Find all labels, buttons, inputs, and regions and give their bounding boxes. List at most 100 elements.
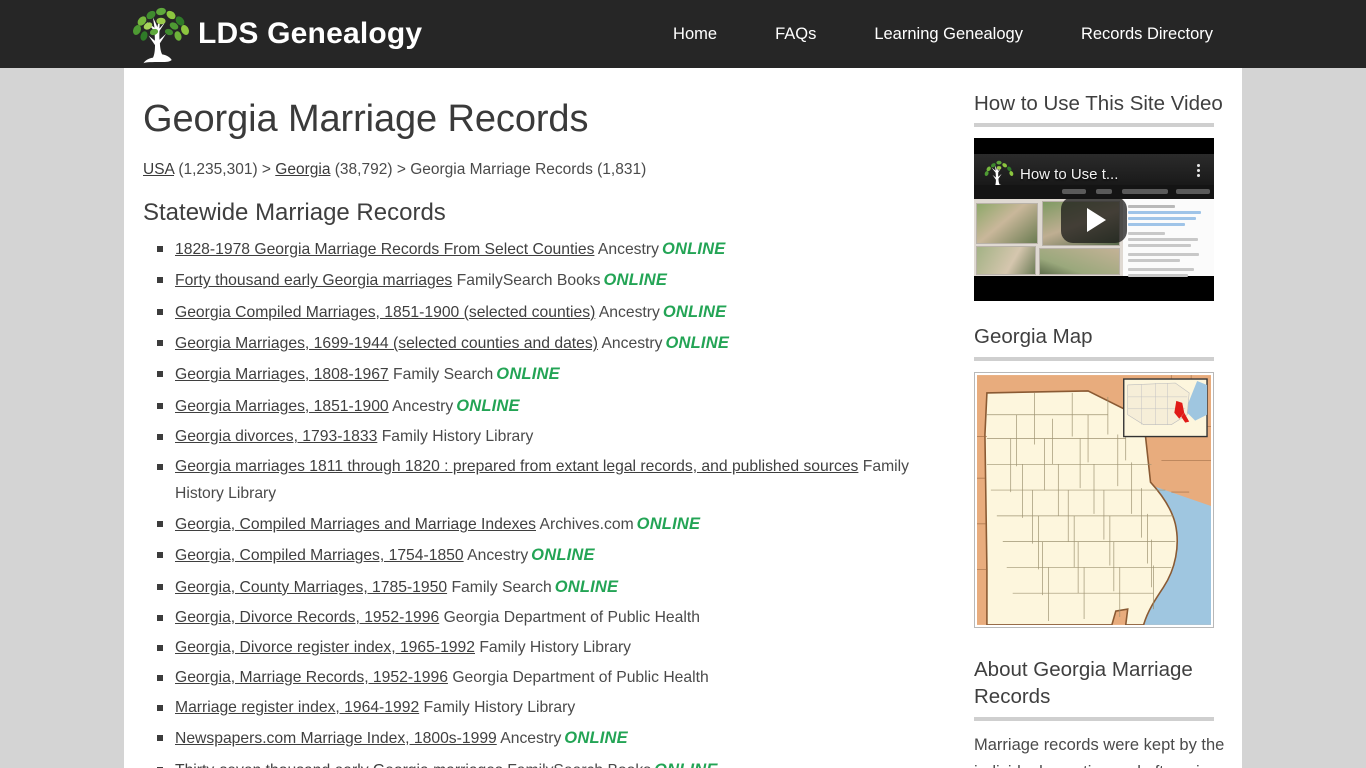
record-list-item: Georgia, Marriage Records, 1952-1996 Geo… <box>143 664 950 691</box>
video-title: How to Use t... <box>1020 165 1119 183</box>
record-link[interactable]: Georgia Marriages, 1808-1967 <box>175 366 389 383</box>
record-list-item: Georgia, Divorce register index, 1965-19… <box>143 634 950 661</box>
online-badge: ONLINE <box>531 546 595 565</box>
record-list-item: Georgia Compiled Marriages, 1851-1900 (s… <box>143 298 950 326</box>
sidebar: How to Use This Site Video How to Use t.… <box>950 68 1242 768</box>
record-link[interactable]: Georgia, Marriage Records, 1952-1996 <box>175 669 448 686</box>
play-icon <box>1086 207 1106 232</box>
divider <box>974 356 1214 361</box>
online-badge: ONLINE <box>662 302 727 321</box>
nav-item-faqs[interactable]: FAQs <box>746 25 845 44</box>
collage-photo <box>976 245 1036 275</box>
record-link[interactable]: Forty thousand early Georgia marriages <box>175 272 452 289</box>
online-badge: ONLINE <box>603 271 668 290</box>
sidebar-about-block: About Georgia Marriage Records Marriage … <box>974 656 1242 768</box>
record-list-item: Georgia, Divorce Records, 1952-1996 Geor… <box>143 604 950 631</box>
video-webpage-preview <box>1122 199 1214 278</box>
record-link[interactable]: Marriage register index, 1964-1992 <box>175 699 419 716</box>
record-list-item: Georgia Marriages, 1851-1900 Ancestry ONL… <box>143 392 950 420</box>
record-source: Georgia Department of Public Health <box>452 669 709 687</box>
statewide-section-heading: Statewide Marriage Records <box>143 198 446 226</box>
site-header: LDS Genealogy Home FAQs Learning Genealo… <box>0 0 1366 68</box>
collage-photo <box>976 203 1039 244</box>
record-link[interactable]: Georgia Marriages, 1699-1944 (selected c… <box>175 335 598 352</box>
record-list-item: 1828-1978 Georgia Marriage Records From … <box>143 235 950 263</box>
record-source: Ancestry <box>598 303 660 321</box>
record-link[interactable]: Newspapers.com Marriage Index, 1800s-199… <box>175 730 497 747</box>
breadcrumb-count-current: (1,831) <box>597 160 647 178</box>
record-list-item: Georgia Marriages, 1808-1967 Family Sear… <box>143 360 950 388</box>
online-badge: ONLINE <box>665 333 730 352</box>
record-link[interactable]: Georgia divorces, 1793-1833 <box>175 428 377 445</box>
record-list-item: Georgia divorces, 1793-1833 Family Histo… <box>143 423 950 450</box>
sidebar-map-heading: Georgia Map <box>974 325 1093 349</box>
record-source: Family History Library <box>479 639 632 657</box>
sidebar-video-block: How to Use This Site Video How to Use t.… <box>974 90 1242 302</box>
record-list-item: Georgia, Compiled Marriages, 1754-1850 A… <box>143 541 950 569</box>
record-link[interactable]: Thirty-seven thousand early Georgia marr… <box>175 762 503 768</box>
breadcrumb-separator: > <box>396 160 406 178</box>
record-source: Ancestry <box>601 334 663 352</box>
record-list-item: Thirty-seven thousand early Georgia marr… <box>143 756 950 768</box>
online-badge: ONLINE <box>456 396 520 415</box>
record-source: Family Search <box>393 366 494 384</box>
brand-name: LDS Genealogy <box>198 17 423 50</box>
record-link[interactable]: Georgia Marriages, 1851-1900 <box>175 398 389 415</box>
how-to-use-video-player[interactable]: How to Use t... <box>974 138 1214 302</box>
record-link[interactable]: Georgia, Divorce Records, 1952-1996 <box>175 609 439 626</box>
divider <box>974 123 1214 128</box>
breadcrumb-link-usa[interactable]: USA <box>143 161 174 178</box>
record-source: Georgia Department of Public Health <box>443 609 700 627</box>
breadcrumb-current: Georgia Marriage Records <box>410 160 593 178</box>
record-source: Family History Library <box>423 699 576 717</box>
georgia-map-image[interactable] <box>974 371 1214 628</box>
nav-item-records-directory[interactable]: Records Directory <box>1052 25 1242 44</box>
record-link[interactable]: Georgia, Divorce register index, 1965-19… <box>175 639 475 656</box>
record-link[interactable]: Georgia, Compiled Marriages, 1754-1850 <box>175 547 464 564</box>
record-list-item: Georgia, County Marriages, 1785-1950 Fam… <box>143 573 950 601</box>
page-title: Georgia Marriage Records <box>143 98 589 140</box>
online-badge: ONLINE <box>564 729 628 748</box>
record-source: Ancestry <box>467 547 529 565</box>
record-link[interactable]: Georgia Compiled Marriages, 1851-1900 (s… <box>175 304 595 321</box>
record-list-item: Georgia marriages 1811 through 1820 : pr… <box>143 453 950 507</box>
breadcrumb: USA (1,235,301) > Georgia (38,792) > Geo… <box>143 160 950 180</box>
record-source: Ancestry <box>500 730 562 748</box>
record-source: Ancestry <box>392 397 454 415</box>
brand-home-link[interactable]: LDS Genealogy <box>128 4 422 64</box>
video-play-button[interactable] <box>1061 196 1127 243</box>
record-link[interactable]: 1828-1978 Georgia Marriage Records From … <box>175 241 594 258</box>
statewide-records-list: 1828-1978 Georgia Marriage Records From … <box>143 235 950 768</box>
divider <box>974 716 1214 721</box>
record-source: Family History Library <box>381 428 534 446</box>
main-content: Georgia Marriage Records USA (1,235,301)… <box>124 68 950 768</box>
sidebar-video-heading: How to Use This Site Video <box>974 92 1223 115</box>
video-more-options-icon[interactable] <box>1197 164 1200 178</box>
tree-logo-icon <box>128 4 194 64</box>
online-badge: ONLINE <box>654 761 718 768</box>
record-link[interactable]: Georgia marriages 1811 through 1820 : pr… <box>175 458 858 475</box>
page-container: Georgia Marriage Records USA (1,235,301)… <box>124 68 1242 768</box>
nav-item-home[interactable]: Home <box>644 25 746 44</box>
record-link[interactable]: Georgia, County Marriages, 1785-1950 <box>175 579 447 596</box>
collage-photo <box>1039 247 1120 275</box>
record-list-item: Marriage register index, 1964-1992 Famil… <box>143 694 950 721</box>
record-source: Ancestry <box>597 240 659 258</box>
record-list-item: Georgia, Compiled Marriages and Marriage… <box>143 510 950 538</box>
record-source: FamilySearch Books <box>507 762 651 768</box>
breadcrumb-count-usa: (1,235,301) <box>178 160 258 178</box>
record-source: Family Search <box>451 578 552 596</box>
record-list-item: Forty thousand early Georgia marriages F… <box>143 266 950 294</box>
sidebar-about-heading: About Georgia Marriage Records <box>974 657 1193 709</box>
breadcrumb-separator: > <box>261 160 271 178</box>
breadcrumb-link-georgia[interactable]: Georgia <box>275 161 330 178</box>
online-badge: ONLINE <box>496 365 560 384</box>
breadcrumb-count-georgia: (38,792) <box>334 160 393 178</box>
nav-item-learning-genealogy[interactable]: Learning Genealogy <box>845 25 1052 44</box>
main-nav: Home FAQs Learning Genealogy Records Dir… <box>644 0 1242 68</box>
record-list-item: Newspapers.com Marriage Index, 1800s-199… <box>143 724 950 752</box>
record-source: FamilySearch Books <box>456 272 601 290</box>
record-list-item: Georgia Marriages, 1699-1944 (selected c… <box>143 329 950 357</box>
online-badge: ONLINE <box>661 239 726 258</box>
record-link[interactable]: Georgia, Compiled Marriages and Marriage… <box>175 516 536 533</box>
